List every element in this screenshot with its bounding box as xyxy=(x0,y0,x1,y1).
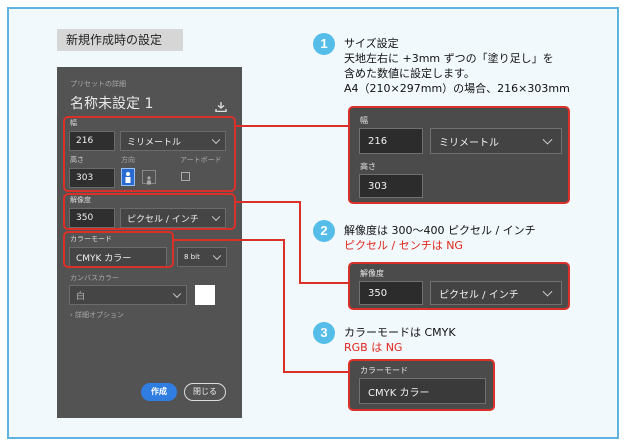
color-connector-v xyxy=(283,239,285,373)
resolution-zoom-panel: 解像度 350 ピクセル / インチ xyxy=(348,262,570,310)
chevron-down-icon xyxy=(542,134,553,145)
step-3-badge: 3 xyxy=(313,322,335,344)
zoom-unit-select[interactable]: ミリメートル xyxy=(430,128,562,154)
preset-details-label: プリセットの詳細 xyxy=(70,80,126,88)
create-button[interactable]: 作成 xyxy=(141,383,177,401)
zoom-height-input[interactable]: 303 xyxy=(359,174,423,198)
color-mode-highlight xyxy=(63,231,174,268)
size-zoom-panel: 幅 216 ミリメートル 高さ 303 xyxy=(348,106,570,204)
chevron-down-icon xyxy=(172,289,182,299)
step-1-badge: 1 xyxy=(313,33,335,55)
advanced-options-label: 詳細オプション xyxy=(75,311,125,319)
bit-depth-value: 8 bit xyxy=(184,253,200,261)
note-1-line-1: サイズ設定 xyxy=(344,37,399,50)
chevron-down-icon xyxy=(542,286,553,297)
note-1: サイズ設定 天地左右に +3mm ずつの「塗り足し」を 含めた数値に設定します。… xyxy=(344,36,570,96)
chevron-down-icon xyxy=(212,251,222,261)
close-button[interactable]: 閉じる xyxy=(184,383,226,401)
zoom-color-mode-select[interactable]: CMYK カラー xyxy=(359,378,486,404)
note-3-warning: RGB は NG xyxy=(344,341,403,354)
step-2-badge: 2 xyxy=(313,220,335,242)
note-2-warning: ピクセル / センチは NG xyxy=(344,239,463,252)
zoom-width-label: 幅 xyxy=(360,116,368,125)
resolution-connector-h1 xyxy=(236,201,300,203)
canvas-color-label: カンバスカラー xyxy=(70,274,119,282)
note-3: カラーモードは CMYK RGB は NG xyxy=(344,325,456,355)
note-3-line-1: カラーモードは CMYK xyxy=(344,326,456,339)
note-2: 解像度は 300〜400 ピクセル / インチ ピクセル / センチは NG xyxy=(344,223,536,253)
note-1-line-4: A4（210×297mm）の場合、216×303mm xyxy=(344,82,570,95)
note-2-line-1: 解像度は 300〜400 ピクセル / インチ xyxy=(344,224,536,237)
canvas-color-value: 白 xyxy=(76,291,86,302)
note-1-line-2: 天地左右に +3mm ずつの「塗り足し」を xyxy=(344,52,554,65)
bit-depth-select[interactable]: 8 bit xyxy=(177,247,227,267)
zoom-height-label: 高さ xyxy=(360,162,376,171)
zoom-resolution-unit-select[interactable]: ピクセル / インチ xyxy=(430,281,562,305)
resolution-highlight xyxy=(63,193,236,230)
zoom-resolution-label: 解像度 xyxy=(360,269,384,278)
section-heading: 新規作成時の設定 xyxy=(57,29,183,51)
color-mode-zoom-panel: カラーモード CMYK カラー xyxy=(348,359,495,411)
color-connector-h2 xyxy=(283,371,349,373)
color-connector-h1 xyxy=(174,239,284,241)
zoom-unit-value: ミリメートル xyxy=(439,137,499,149)
document-name[interactable]: 名称未設定 1 xyxy=(70,93,153,113)
resolution-connector-v xyxy=(299,201,301,284)
zoom-color-mode-label: カラーモード xyxy=(360,366,408,375)
canvas-color-select[interactable]: 白 xyxy=(69,285,187,305)
zoom-resolution-input[interactable]: 350 xyxy=(359,281,423,305)
zoom-width-input[interactable]: 216 xyxy=(359,128,423,154)
canvas-color-swatch[interactable] xyxy=(195,285,215,305)
note-1-line-3: 含めた数値に設定します。 xyxy=(344,67,475,80)
size-highlight xyxy=(63,116,236,192)
save-preset-icon[interactable] xyxy=(215,97,227,113)
chevron-right-icon: › xyxy=(70,311,73,319)
resolution-connector-h2 xyxy=(299,282,349,284)
zoom-resolution-unit-value: ピクセル / インチ xyxy=(439,289,519,301)
advanced-options-toggle[interactable]: › 詳細オプション xyxy=(70,310,124,320)
size-connector xyxy=(236,125,348,127)
